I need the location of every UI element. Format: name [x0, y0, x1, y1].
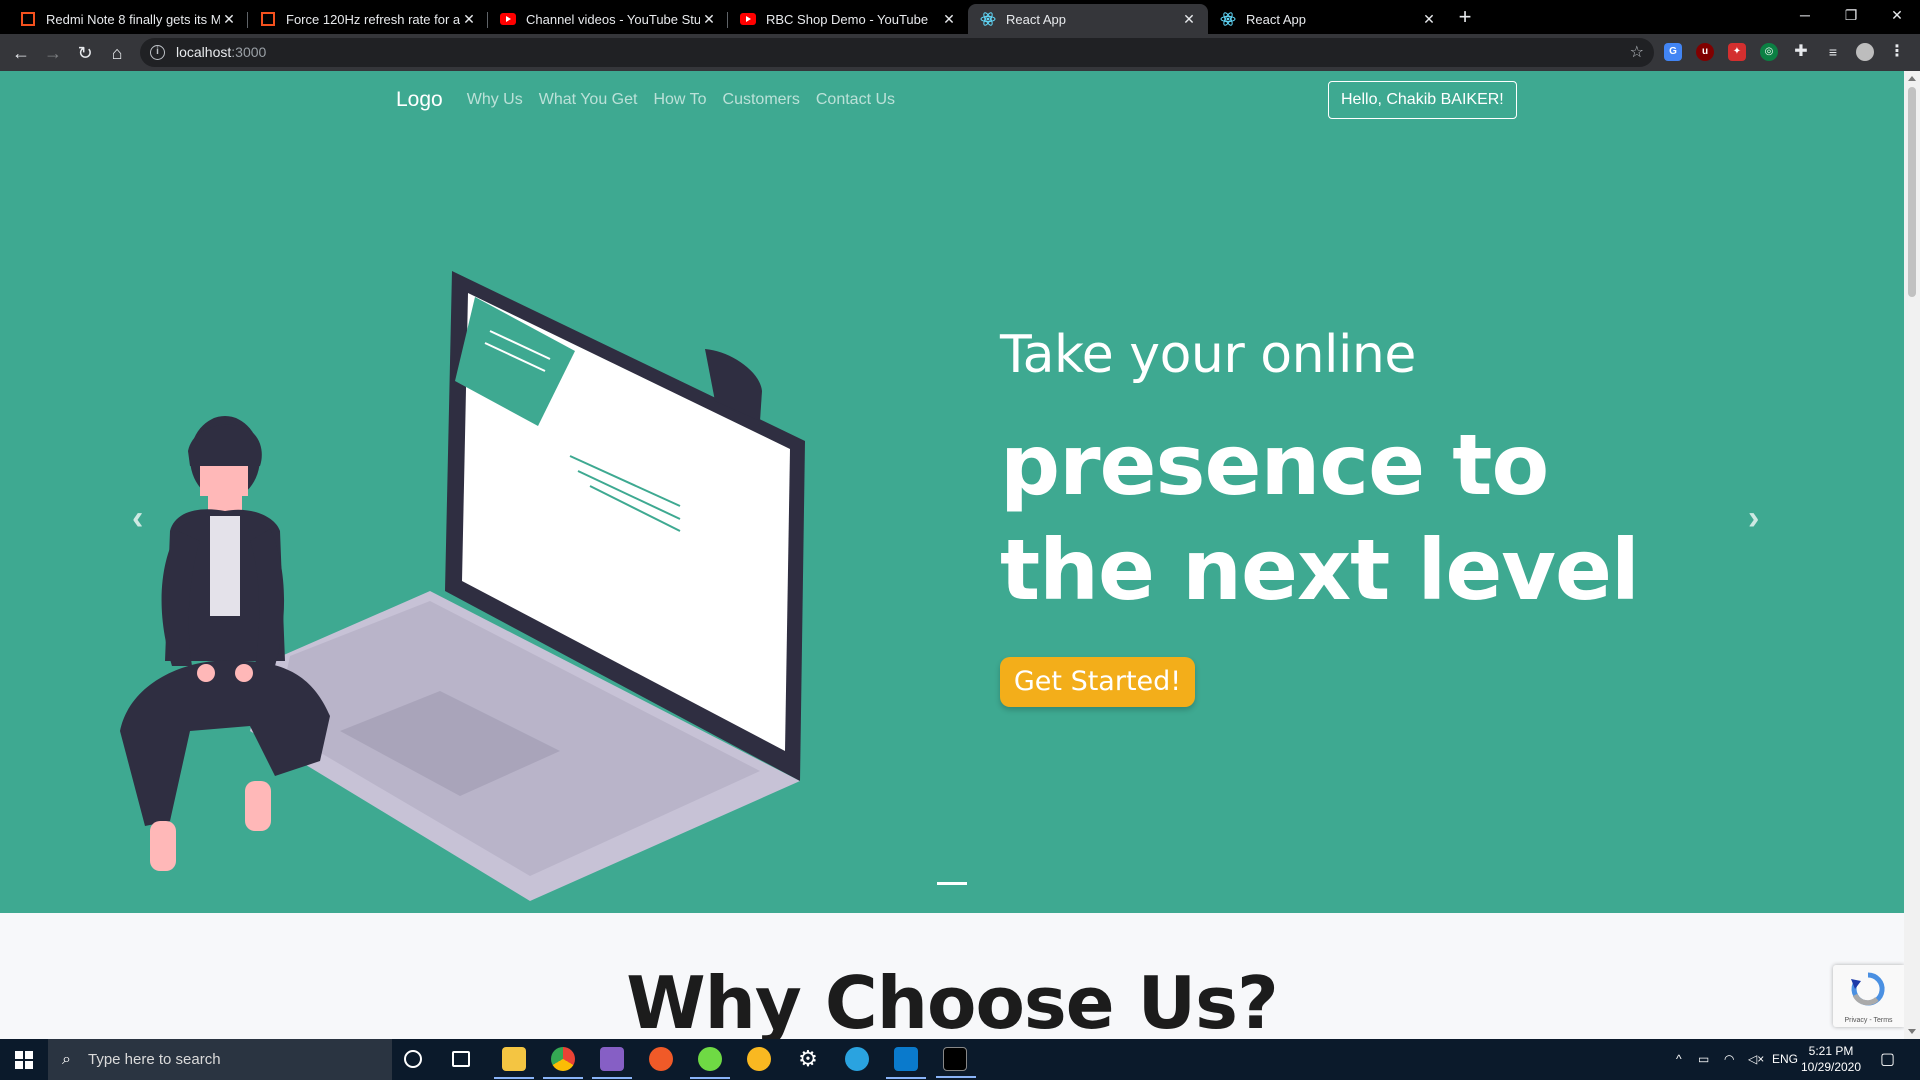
- minimize-window-button[interactable]: ─: [1782, 0, 1828, 30]
- windows-start-icon[interactable]: [0, 1039, 48, 1080]
- xda-icon: [260, 11, 276, 27]
- user-greeting-button[interactable]: Hello, Chakib BAIKER!: [1328, 81, 1517, 119]
- close-tab-icon[interactable]: ✕: [220, 11, 238, 28]
- browser-tab[interactable]: Redmi Note 8 finally gets its MIU ✕: [8, 4, 248, 34]
- home-icon[interactable]: ⌂: [104, 40, 130, 66]
- browser-tab[interactable]: React App ✕: [1208, 4, 1448, 34]
- tab-title: Redmi Note 8 finally gets its MIU: [46, 11, 220, 27]
- tab-title: Force 120Hz refresh rate for a sm: [286, 11, 460, 27]
- browser-tab-strip: Redmi Note 8 finally gets its MIU ✕ Forc…: [0, 0, 1920, 34]
- forward-arrow-icon[interactable]: →: [40, 40, 66, 66]
- volume-muted-icon[interactable]: ◁×: [1748, 1039, 1764, 1080]
- nav-link-how-to[interactable]: How To: [653, 91, 706, 109]
- browser-tab-active[interactable]: React App ✕: [968, 4, 1208, 34]
- tray-chevron-icon[interactable]: ^: [1676, 1039, 1682, 1080]
- hero-headline: Take your online presence to the next le…: [1000, 329, 1720, 623]
- scroll-up-arrow-icon[interactable]: [1908, 76, 1916, 81]
- back-arrow-icon[interactable]: ←: [8, 40, 34, 66]
- close-tab-icon[interactable]: ✕: [940, 11, 958, 28]
- tab-title: React App: [1006, 11, 1066, 27]
- why-choose-us-heading: Why Choose Us?: [626, 961, 1279, 1039]
- task-view-icon[interactable]: [452, 1051, 470, 1067]
- browser-menu-icon[interactable]: ⋮: [1888, 43, 1906, 61]
- extensions-puzzle-icon[interactable]: ✚: [1792, 43, 1810, 61]
- app-icon[interactable]: [747, 1047, 771, 1071]
- react-icon: [980, 11, 996, 27]
- carousel-next-arrow-icon[interactable]: ›: [1748, 499, 1759, 538]
- browser-tab[interactable]: Force 120Hz refresh rate for a sm ✕: [248, 4, 488, 34]
- hero-headline-line2: presence to the next level: [1000, 416, 1640, 619]
- close-tab-icon[interactable]: ✕: [460, 11, 478, 28]
- tab-title: Channel videos - YouTube Studio: [526, 11, 700, 27]
- ublock-extension-icon[interactable]: u: [1696, 43, 1714, 61]
- hero-laptop-illustration: [120, 271, 805, 901]
- site-navbar: Logo Why Us What You Get How To Customer…: [396, 71, 911, 129]
- carousel-prev-arrow-icon[interactable]: ‹: [132, 499, 143, 538]
- hero-headline-line1: Take your online: [1000, 325, 1416, 385]
- close-window-button[interactable]: ✕: [1874, 0, 1920, 30]
- close-tab-icon[interactable]: ✕: [1180, 11, 1198, 28]
- nav-link-what-you-get[interactable]: What You Get: [539, 91, 638, 109]
- visual-studio-icon[interactable]: [592, 1047, 632, 1079]
- site-info-icon[interactable]: i: [150, 45, 165, 60]
- carousel-indicator[interactable]: [937, 882, 967, 885]
- reload-icon[interactable]: ↻: [72, 40, 98, 66]
- clock-date: 10/29/2020: [1800, 1060, 1862, 1074]
- extension-icon[interactable]: ✦: [1728, 43, 1746, 61]
- upwork-icon[interactable]: [690, 1047, 730, 1079]
- extension-icon[interactable]: ◎: [1760, 43, 1778, 61]
- notifications-icon[interactable]: ▢: [1880, 1039, 1895, 1080]
- site-logo[interactable]: Logo: [396, 88, 443, 112]
- wifi-icon[interactable]: ◠: [1724, 1039, 1734, 1080]
- chrome-icon[interactable]: [543, 1047, 583, 1079]
- restore-window-button[interactable]: ❐: [1828, 0, 1874, 30]
- recaptcha-icon: [1851, 972, 1885, 1006]
- file-explorer-icon[interactable]: [494, 1047, 534, 1079]
- page-viewport: Logo Why Us What You Get How To Customer…: [0, 71, 1904, 1039]
- browser-toolbar: ← → ↻ ⌂ i localhost:3000 ☆ G u ✦ ◎ ✚ ≡ ⋮: [0, 34, 1920, 71]
- new-tab-button[interactable]: +: [1452, 4, 1478, 30]
- recaptcha-privacy-terms[interactable]: Privacy - Terms: [1833, 1017, 1904, 1024]
- browser-tab[interactable]: Channel videos - YouTube Studio ✕: [488, 4, 728, 34]
- settings-gear-icon[interactable]: ⚙: [796, 1047, 820, 1071]
- nav-link-contact-us[interactable]: Contact Us: [816, 91, 895, 109]
- telegram-icon[interactable]: [845, 1047, 869, 1071]
- scroll-down-arrow-icon[interactable]: [1908, 1029, 1916, 1034]
- media-control-icon[interactable]: ≡: [1824, 43, 1842, 61]
- hero-section: Logo Why Us What You Get How To Customer…: [0, 71, 1904, 913]
- react-icon: [1220, 11, 1236, 27]
- clock-time: 5:21 PM: [1808, 1044, 1854, 1058]
- terminal-icon[interactable]: [936, 1047, 976, 1078]
- close-tab-icon[interactable]: ✕: [1420, 11, 1438, 28]
- address-bar[interactable]: i localhost:3000 ☆: [140, 38, 1654, 67]
- taskbar-clock[interactable]: 5:21 PM 10/29/2020: [1795, 1043, 1867, 1075]
- browser-tab[interactable]: RBC Shop Demo - YouTube ✕: [728, 4, 968, 34]
- cortana-icon[interactable]: [404, 1050, 422, 1068]
- battery-icon[interactable]: ▭: [1698, 1039, 1709, 1080]
- windows-taskbar: ⌕ Type here to search ⚙ ^ ▭ ◠ ◁× ENG 5:2…: [0, 1039, 1920, 1080]
- nav-link-customers[interactable]: Customers: [723, 91, 800, 109]
- scrollbar-thumb[interactable]: [1908, 87, 1916, 297]
- search-icon: ⌕: [62, 1051, 71, 1068]
- bookmark-star-icon[interactable]: ☆: [1630, 38, 1644, 67]
- youtube-icon: [740, 11, 756, 27]
- tab-title: RBC Shop Demo - YouTube: [766, 11, 929, 27]
- xda-icon: [20, 11, 36, 27]
- profile-avatar[interactable]: [1856, 43, 1874, 61]
- postman-icon[interactable]: [649, 1047, 673, 1071]
- get-started-button[interactable]: Get Started!: [1000, 657, 1195, 707]
- taskbar-search-box[interactable]: ⌕ Type here to search: [48, 1039, 392, 1080]
- address-host: localhost: [176, 44, 232, 60]
- translate-extension-icon[interactable]: G: [1664, 43, 1682, 61]
- vscode-icon[interactable]: [886, 1047, 926, 1079]
- tab-title: React App: [1246, 11, 1306, 27]
- recaptcha-badge[interactable]: Privacy - Terms: [1833, 965, 1904, 1027]
- nav-link-why-us[interactable]: Why Us: [467, 91, 523, 109]
- address-port: :3000: [231, 44, 267, 60]
- youtube-icon: [500, 11, 516, 27]
- close-tab-icon[interactable]: ✕: [700, 11, 718, 28]
- taskbar-search-placeholder: Type here to search: [88, 1051, 221, 1068]
- page-scrollbar[interactable]: [1904, 71, 1920, 1039]
